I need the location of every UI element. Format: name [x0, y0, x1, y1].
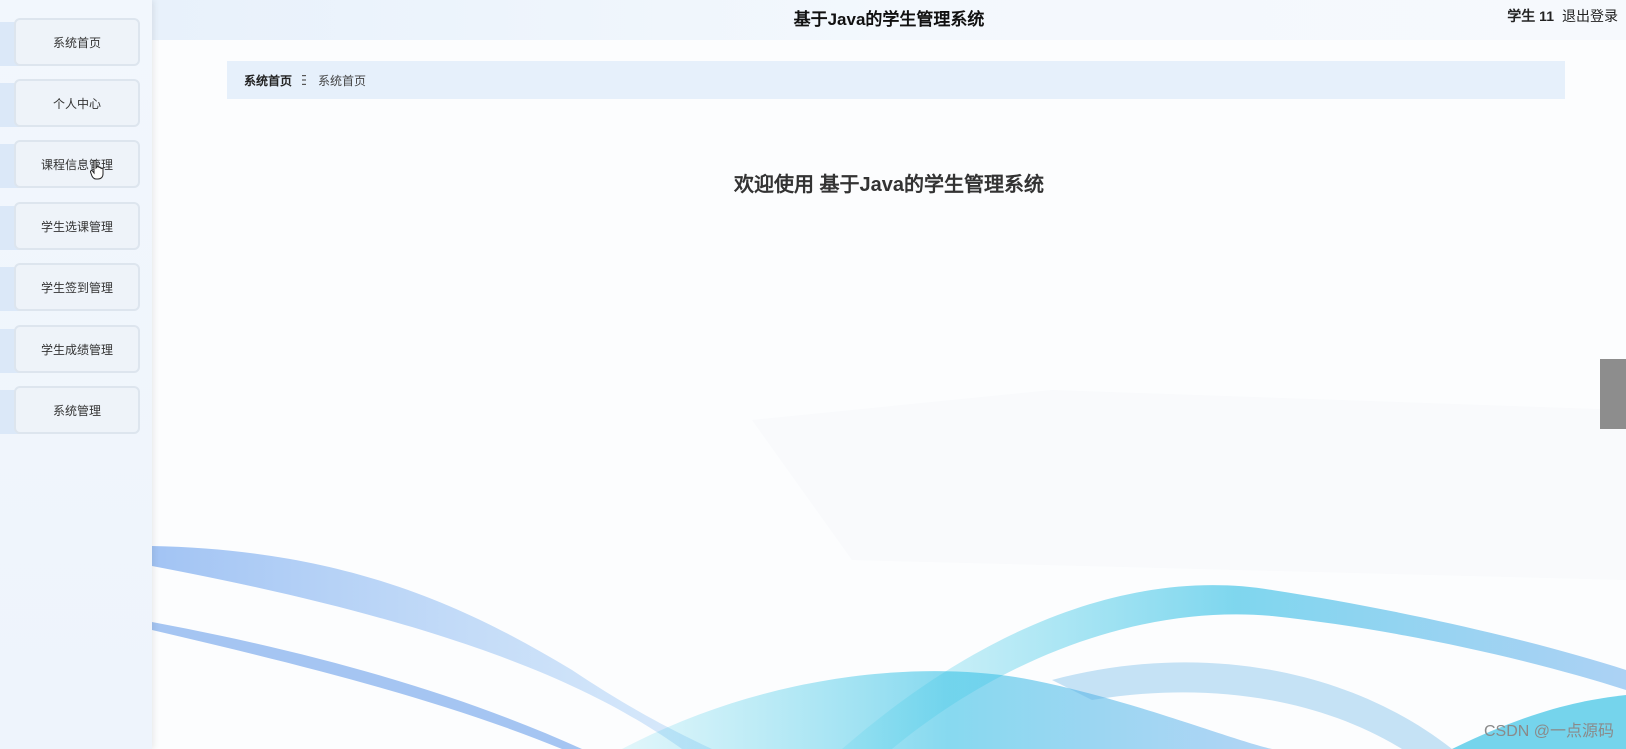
- welcome-heading: 欢迎使用 基于Java的学生管理系统: [733, 174, 1045, 196]
- top-header: 基于Java的学生管理系统 学生 11 退出登录: [152, 0, 1626, 40]
- sidebar-item-label[interactable]: 学生选课管理: [14, 202, 140, 250]
- sidebar-item-grades[interactable]: 学生成绩管理: [0, 325, 140, 373]
- current-user: 学生 11: [1507, 8, 1554, 24]
- side-scroll-handle[interactable]: [1600, 359, 1626, 429]
- sidebar-item-label[interactable]: 学生签到管理: [14, 263, 140, 311]
- sidebar-item-profile[interactable]: 个人中心: [0, 79, 140, 127]
- sidebar-item-label[interactable]: 学生成绩管理: [14, 325, 140, 373]
- sidebar-item-home[interactable]: 系统首页: [0, 18, 140, 66]
- sidebar-item-label[interactable]: 系统首页: [14, 18, 140, 66]
- logout-button[interactable]: 退出登录: [1562, 6, 1618, 26]
- sidebar-item-label[interactable]: 个人中心: [14, 79, 140, 127]
- watermark: CSDN @一点源码: [1483, 723, 1614, 740]
- hand-cursor-icon: [90, 160, 104, 180]
- breadcrumb: 系统首页 系统首页: [227, 61, 1565, 99]
- sidebar-item-checkin[interactable]: 学生签到管理: [0, 263, 140, 311]
- page-title: 基于Java的学生管理系统: [793, 10, 985, 29]
- sidebar-item-label[interactable]: 课程信息管理: [14, 140, 140, 188]
- breadcrumb-home-link[interactable]: 系统首页: [244, 72, 292, 89]
- sidebar-item-system[interactable]: 系统管理: [0, 386, 140, 434]
- breadcrumb-current: 系统首页: [318, 73, 367, 88]
- breadcrumb-separator-icon: [302, 75, 307, 85]
- sidebar: 系统首页 个人中心 课程信息管理 学生选课管理 学生签到管理 学生成绩管理 系统…: [0, 0, 152, 749]
- sidebar-item-course-info[interactable]: 课程信息管理: [0, 140, 140, 188]
- sidebar-item-course-selection[interactable]: 学生选课管理: [0, 202, 140, 250]
- sidebar-item-label[interactable]: 系统管理: [14, 386, 140, 434]
- background-wave-decoration: [152, 390, 1626, 749]
- app-root: 系统首页 个人中心 课程信息管理 学生选课管理 学生签到管理 学生成绩管理 系统…: [0, 0, 1626, 749]
